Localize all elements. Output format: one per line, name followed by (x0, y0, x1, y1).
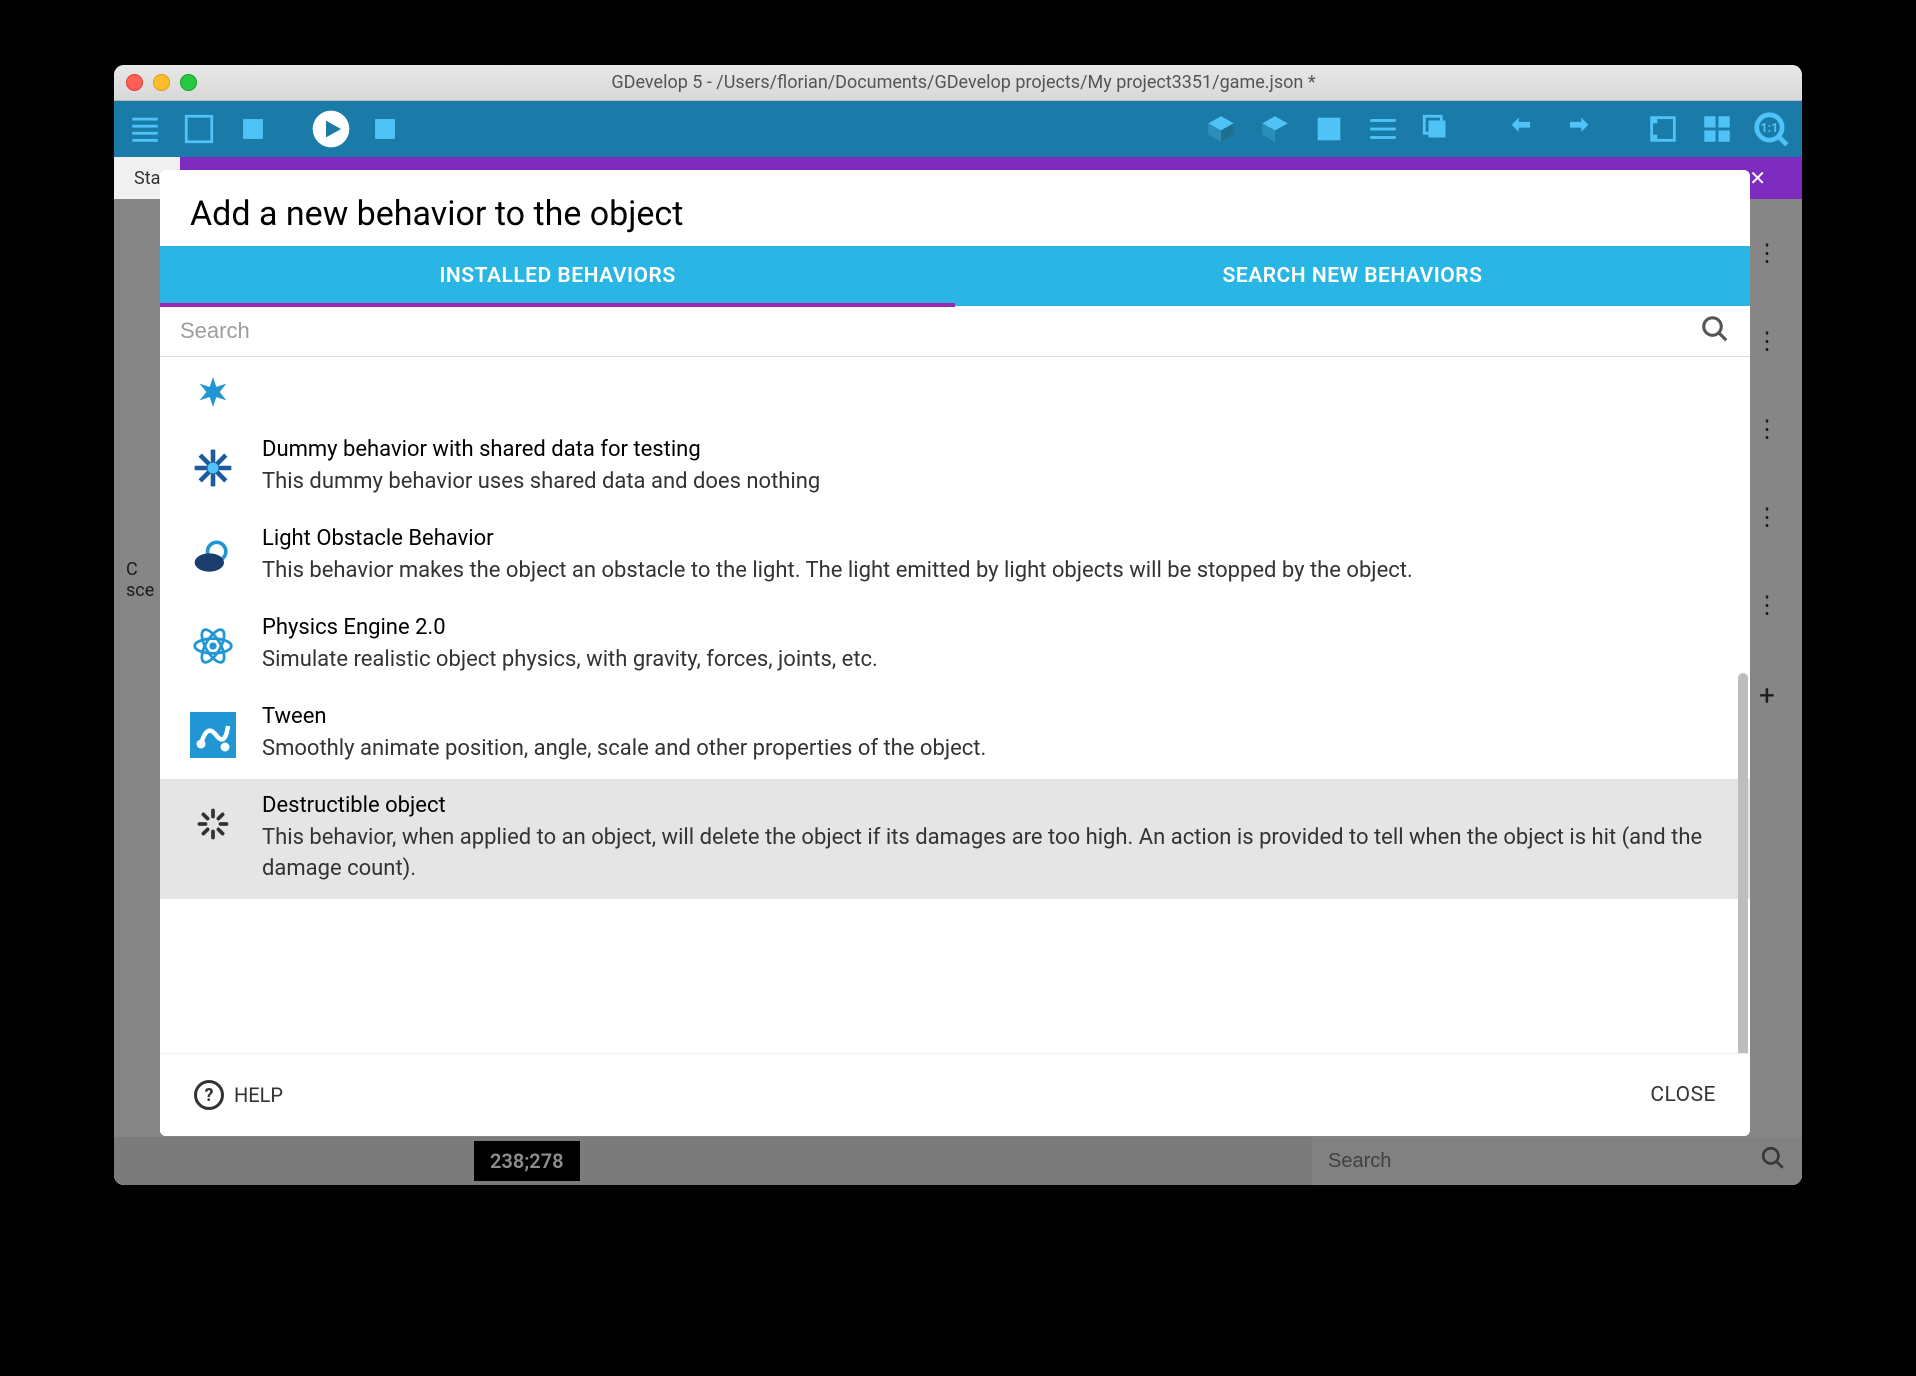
behavior-item-light-obstacle[interactable]: Light Obstacle Behavior This behavior ma… (160, 512, 1750, 601)
puzzle-icon[interactable] (232, 108, 274, 150)
behavior-title: Tween (262, 704, 1720, 729)
close-window-button[interactable] (126, 74, 143, 91)
scrollbar-thumb[interactable] (1738, 673, 1748, 1053)
grid-icon[interactable] (1696, 108, 1738, 150)
behavior-title: Light Obstacle Behavior (262, 526, 1720, 551)
close-button[interactable]: CLOSE (1650, 1083, 1716, 1107)
behavior-search-input[interactable] (180, 312, 1700, 350)
help-label: HELP (234, 1083, 283, 1107)
maximize-window-button[interactable] (180, 74, 197, 91)
search-icon[interactable] (1700, 314, 1730, 348)
list-icon[interactable] (1362, 108, 1404, 150)
behavior-search-row (160, 306, 1750, 357)
dialog-tabs: INSTALLED BEHAVIORS SEARCH NEW BEHAVIORS (160, 246, 1750, 306)
dialog-footer: ? HELP CLOSE (160, 1053, 1750, 1136)
cube-icon-2[interactable] (1254, 108, 1296, 150)
play-button[interactable] (310, 108, 352, 150)
behavior-item-dummy[interactable]: Dummy behavior with shared data for test… (160, 423, 1750, 512)
behavior-list: Dummy behavior with shared data for test… (160, 357, 1750, 1053)
dialog-title: Add a new behavior to the object (160, 170, 1750, 246)
traffic-lights (126, 74, 197, 91)
main-toolbar: 1:1 (114, 101, 1802, 157)
redo-icon[interactable] (1556, 108, 1598, 150)
window-title: GDevelop 5 - /Users/florian/Documents/GD… (197, 72, 1790, 93)
tab-installed-behaviors[interactable]: INSTALLED BEHAVIORS (160, 246, 955, 306)
film-icon[interactable] (1642, 108, 1684, 150)
tween-icon (190, 712, 236, 758)
behavior-item-physics[interactable]: Physics Engine 2.0 Simulate realistic ob… (160, 601, 1750, 690)
behavior-item-tween[interactable]: Tween Smoothly animate position, angle, … (160, 690, 1750, 779)
minimize-window-button[interactable] (153, 74, 170, 91)
behavior-item-destructible[interactable]: Destructible object This behavior, when … (160, 779, 1750, 900)
add-behavior-dialog: Add a new behavior to the object INSTALL… (160, 170, 1750, 1136)
cloud-sun-icon (190, 534, 236, 580)
behavior-title: Dummy behavior with shared data for test… (262, 437, 1720, 462)
behavior-description: This behavior makes the object an obstac… (262, 555, 1720, 587)
behavior-title: Physics Engine 2.0 (262, 615, 1720, 640)
behavior-title: Destructible object (262, 793, 1720, 818)
undo-icon[interactable] (1502, 108, 1544, 150)
spinner-icon (190, 801, 236, 847)
behavior-item-partial[interactable] (160, 357, 1750, 423)
behavior-description: This dummy behavior uses shared data and… (262, 466, 1720, 498)
edit-icon[interactable] (1308, 108, 1350, 150)
debug-icon[interactable] (364, 108, 406, 150)
behavior-description: This behavior, when applied to an object… (262, 822, 1720, 886)
behavior-description: Smoothly animate position, angle, scale … (262, 733, 1720, 765)
export-icon[interactable] (178, 108, 220, 150)
titlebar: GDevelop 5 - /Users/florian/Documents/GD… (114, 65, 1802, 101)
project-manager-icon[interactable] (124, 108, 166, 150)
behavior-icon (190, 369, 236, 415)
behavior-description: Simulate realistic object physics, with … (262, 644, 1720, 676)
layers-icon[interactable] (1416, 108, 1458, 150)
help-icon: ? (194, 1080, 224, 1110)
zoom-reset-icon[interactable]: 1:1 (1750, 108, 1792, 150)
tab-search-new-behaviors[interactable]: SEARCH NEW BEHAVIORS (955, 246, 1750, 306)
snowflake-icon (190, 445, 236, 491)
atom-icon (190, 623, 236, 669)
help-button[interactable]: ? HELP (194, 1080, 283, 1110)
svg-text:1:1: 1:1 (1760, 121, 1778, 136)
cube-icon-1[interactable] (1200, 108, 1242, 150)
